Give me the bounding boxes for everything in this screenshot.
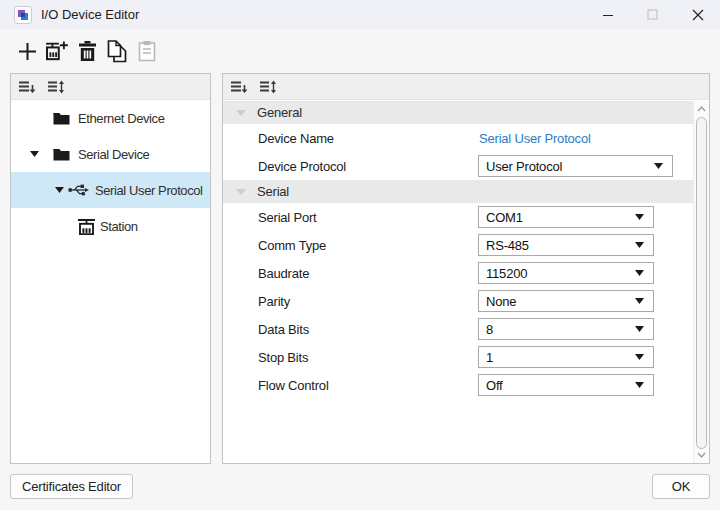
dropdown-value: 8 <box>486 322 493 337</box>
add-device-button[interactable] <box>16 40 38 62</box>
certificates-editor-button[interactable]: Certificates Editor <box>10 474 133 499</box>
expand-all-icon[interactable] <box>47 79 65 95</box>
property-row-serial-port: Serial Port COM1 <box>223 203 693 231</box>
property-label: Parity <box>258 287 290 315</box>
property-label: Stop Bits <box>258 343 308 371</box>
expander-icon[interactable] <box>30 136 39 172</box>
stop-bits-dropdown[interactable]: 1 <box>478 346 654 368</box>
tree-item-serial-user-protocol[interactable]: Serial User Protocol <box>11 172 210 208</box>
delete-button[interactable] <box>76 40 98 62</box>
ok-button[interactable]: OK <box>652 474 710 499</box>
titlebar: I/O Device Editor <box>0 0 720 29</box>
property-row-baudrate: Baudrate 115200 <box>223 259 693 287</box>
chevron-down-icon <box>654 156 663 176</box>
expander-icon[interactable] <box>55 172 64 208</box>
window-title: I/O Device Editor <box>41 7 139 22</box>
dropdown-value: COM1 <box>486 210 523 225</box>
maximize-button[interactable] <box>630 0 675 29</box>
flow-control-dropdown[interactable]: Off <box>478 374 654 396</box>
chevron-down-icon <box>635 347 644 367</box>
vertical-scrollbar[interactable] <box>693 101 709 463</box>
scroll-up-icon[interactable] <box>694 102 709 116</box>
serial-port-dropdown[interactable]: COM1 <box>478 206 654 228</box>
property-row-comm-type: Comm Type RS-485 <box>223 231 693 259</box>
chevron-down-icon <box>635 291 644 311</box>
section-title: Serial <box>257 184 289 199</box>
property-label: Baudrate <box>258 259 309 287</box>
property-label: Data Bits <box>258 315 309 343</box>
tree-item-label: Ethernet Device <box>78 100 165 136</box>
app-logo-icon <box>14 6 32 24</box>
property-label: Flow Control <box>258 371 329 399</box>
dropdown-value: Off <box>486 378 503 393</box>
close-button[interactable] <box>675 0 720 29</box>
property-row-device-protocol: Device Protocol User Protocol <box>223 152 693 180</box>
main-toolbar <box>0 29 166 73</box>
device-name-link[interactable]: Serial User Protocol <box>479 124 591 152</box>
station-icon <box>77 208 96 244</box>
dropdown-value: None <box>486 294 516 309</box>
section-collapse-icon[interactable] <box>236 189 246 195</box>
tree-panel-toolbar <box>11 74 210 100</box>
property-label: Device Name <box>258 124 334 152</box>
folder-icon <box>53 136 70 172</box>
scrollbar-thumb[interactable] <box>696 117 707 449</box>
property-label: Device Protocol <box>258 152 346 180</box>
property-row-device-name: Device Name Serial User Protocol <box>223 124 693 152</box>
tree-item-label: Serial Device <box>78 136 149 172</box>
device-tree-panel: Ethernet DeviceSerial DeviceSerial User … <box>10 73 211 464</box>
section-collapse-icon[interactable] <box>236 110 246 116</box>
property-row-data-bits: Data Bits 8 <box>223 315 693 343</box>
paste-button[interactable] <box>136 40 158 62</box>
tree-item-serial-device[interactable]: Serial Device <box>11 136 210 172</box>
property-label: Serial Port <box>258 203 317 231</box>
baudrate-dropdown[interactable]: 115200 <box>478 262 654 284</box>
tree-item-label: Serial User Protocol <box>95 172 203 208</box>
dropdown-value: RS-485 <box>486 238 529 253</box>
dropdown-value: 1 <box>486 350 493 365</box>
chevron-down-icon <box>635 375 644 395</box>
collapse-all-icon[interactable] <box>18 79 36 95</box>
tree-item-ethernet-device[interactable]: Ethernet Device <box>11 100 210 136</box>
chevron-down-icon <box>635 319 644 339</box>
property-row-flow-control: Flow Control Off <box>223 371 693 399</box>
comm-type-dropdown[interactable]: RS-485 <box>478 234 654 256</box>
tree-item-label: Station <box>100 208 138 244</box>
chevron-down-icon <box>635 263 644 283</box>
chevron-down-icon <box>635 235 644 255</box>
copy-button[interactable] <box>106 40 128 62</box>
expand-all-icon[interactable] <box>259 79 277 95</box>
device-protocol-dropdown[interactable]: User Protocol <box>478 155 673 177</box>
section-header-serial[interactable]: Serial <box>223 180 693 203</box>
scroll-down-icon[interactable] <box>694 448 709 462</box>
property-row-stop-bits: Stop Bits 1 <box>223 343 693 371</box>
properties-panel-toolbar <box>223 74 709 100</box>
dropdown-value: 115200 <box>486 266 527 281</box>
minimize-button[interactable] <box>585 0 630 29</box>
add-station-button[interactable] <box>46 40 68 62</box>
section-title: General <box>257 105 302 120</box>
parity-dropdown[interactable]: None <box>478 290 654 312</box>
data-bits-dropdown[interactable]: 8 <box>478 318 654 340</box>
property-row-parity: Parity None <box>223 287 693 315</box>
usb-icon <box>68 172 90 208</box>
folder-icon <box>53 100 70 136</box>
collapse-all-icon[interactable] <box>230 79 248 95</box>
tree-item-station[interactable]: Station <box>11 208 210 244</box>
section-header-general[interactable]: General <box>223 101 693 124</box>
chevron-down-icon <box>635 207 644 227</box>
properties-panel: GeneralDevice NameSerial User ProtocolDe… <box>222 73 710 464</box>
property-label: Comm Type <box>258 231 326 259</box>
dropdown-value: User Protocol <box>486 159 562 174</box>
